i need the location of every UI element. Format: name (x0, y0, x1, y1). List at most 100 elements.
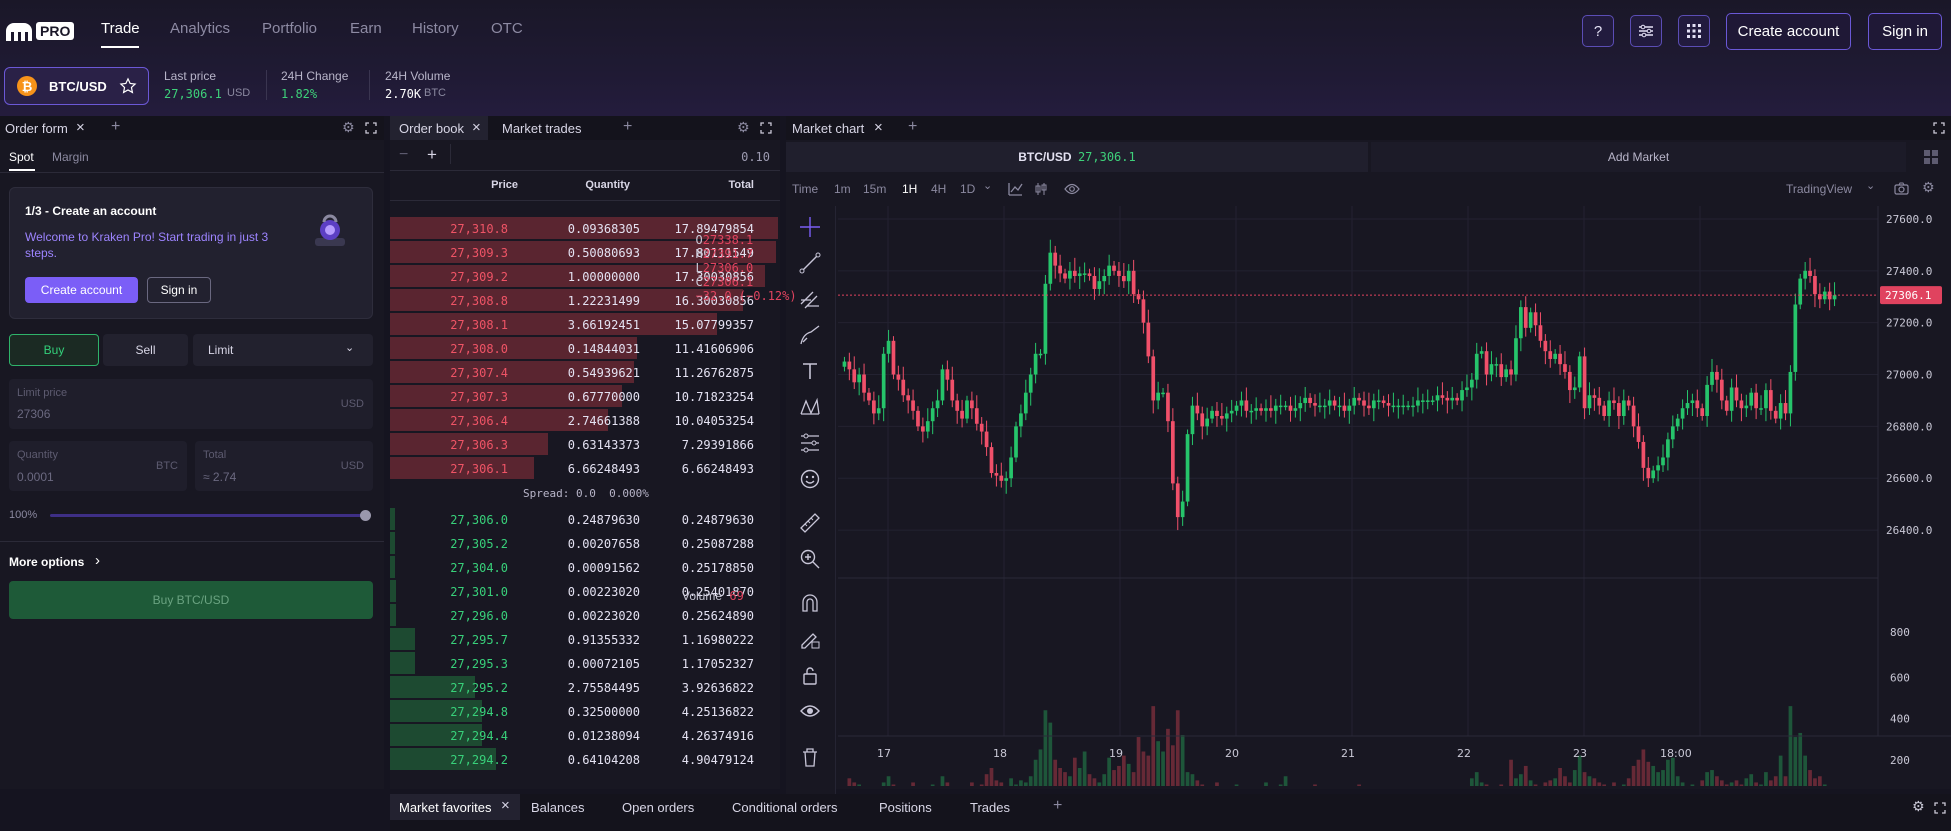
candlestick-chart[interactable]: 27600.0 27400.0 27200.0 27000.0 26800.0 26600… (838, 206, 1951, 786)
tab-conditional-orders[interactable]: Conditional orders (732, 800, 838, 815)
gear-icon[interactable]: ⚙ (1912, 798, 1925, 815)
eye-icon[interactable] (1064, 183, 1080, 195)
close-icon[interactable]: × (472, 119, 481, 136)
tab-balances[interactable]: Balances (531, 800, 584, 815)
chevron-down-icon[interactable]: ⌄ (1866, 179, 1875, 192)
market-switcher-active[interactable]: BTC/USD 27,306.1 (786, 142, 1368, 172)
eye-icon[interactable] (799, 700, 821, 722)
expand-icon[interactable] (760, 122, 772, 134)
close-icon[interactable]: × (874, 119, 883, 136)
ask-row[interactable]: 27,308.0 0.14844031 11.41606906 (390, 336, 780, 360)
bid-row[interactable]: 27,306.0 0.24879630 0.24879630 (390, 507, 780, 531)
chevron-down-icon[interactable]: ⌄ (983, 179, 992, 192)
add-tab-icon[interactable]: + (908, 118, 917, 136)
total-field[interactable]: Total ≈ 2.74 USD (195, 441, 373, 491)
nav-otc[interactable]: OTC (491, 20, 523, 37)
close-icon[interactable]: × (76, 119, 85, 136)
ask-row[interactable]: 27,308.1 3.66192451 15.07799357 (390, 312, 780, 336)
pair-selector[interactable]: ₿ BTC/USD (4, 67, 149, 105)
magnet-icon[interactable] (799, 592, 821, 614)
lock-icon[interactable] (799, 664, 821, 686)
ask-row[interactable]: 27,306.3 0.63143373 7.29391866 (390, 432, 780, 456)
fib-tool-icon[interactable] (799, 288, 821, 310)
gear-icon[interactable]: ⚙ (342, 119, 355, 136)
tab-order-form[interactable]: Order form (5, 121, 68, 136)
limit-price-field[interactable]: Limit price 27306 USD (9, 379, 373, 429)
timeframe-1h[interactable]: 1H (902, 182, 917, 196)
tab-order-book[interactable]: Order book (399, 121, 464, 136)
ask-row[interactable]: 27,306.4 2.74661388 10.04053254 (390, 408, 780, 432)
tab-trades[interactable]: Trades (970, 800, 1010, 815)
subtab-margin[interactable]: Margin (52, 150, 89, 164)
tab-open-orders[interactable]: Open orders (622, 800, 694, 815)
ask-row[interactable]: 27,307.3 0.67770000 10.71823254 (390, 384, 780, 408)
tab-positions[interactable]: Positions (879, 800, 932, 815)
minus-icon[interactable]: − (399, 146, 408, 164)
candles-icon[interactable] (1034, 182, 1048, 196)
tab-market-trades[interactable]: Market trades (502, 121, 581, 136)
emoji-icon[interactable] (799, 468, 821, 490)
close-icon[interactable]: × (501, 797, 510, 814)
draw-lock-icon[interactable] (799, 628, 821, 650)
add-tab-icon[interactable]: + (1053, 797, 1062, 815)
nav-trade[interactable]: Trade (101, 20, 140, 37)
order-type-select[interactable]: Limit ⌄ (193, 334, 373, 366)
nav-earn[interactable]: Earn (350, 20, 382, 37)
star-icon[interactable] (119, 77, 137, 95)
plus-icon[interactable]: + (427, 145, 437, 165)
pattern-icon[interactable] (799, 396, 821, 418)
nav-portfolio[interactable]: Portfolio (262, 20, 317, 37)
expand-icon[interactable] (1934, 802, 1946, 814)
help-button[interactable]: ? (1582, 15, 1614, 47)
bid-row[interactable]: 27,304.0 0.00091562 0.25178850 (390, 555, 780, 579)
prediction-icon[interactable] (799, 432, 821, 454)
settings-sliders-button[interactable] (1630, 15, 1662, 47)
chevron-right-icon[interactable]: › (95, 552, 100, 569)
kraken-logo[interactable]: PRO (4, 20, 78, 42)
indicator-icon[interactable] (1008, 182, 1023, 196)
add-market-button[interactable]: Add Market (1371, 142, 1906, 172)
trend-line-icon[interactable] (799, 252, 821, 274)
more-options-link[interactable]: More options (9, 555, 84, 569)
bid-row[interactable]: 27,294.2 0.64104208 4.90479124 (390, 747, 780, 771)
trash-icon[interactable] (799, 746, 821, 768)
onboarding-sign-in-button[interactable]: Sign in (147, 277, 211, 303)
buy-toggle[interactable]: Buy (9, 334, 99, 366)
tab-market-chart[interactable]: Market chart (792, 121, 864, 136)
add-tab-icon[interactable]: + (111, 118, 120, 136)
tradingview-menu[interactable]: TradingView (1786, 182, 1852, 196)
chart-settings-gear-icon[interactable]: ⚙ (1922, 179, 1935, 196)
bid-row[interactable]: 27,294.4 0.01238094 4.26374916 (390, 723, 780, 747)
crosshair-icon[interactable] (799, 216, 821, 238)
timeframe-1d[interactable]: 1D (960, 182, 975, 196)
zoom-in-icon[interactable] (799, 548, 821, 570)
submit-buy-button[interactable]: Buy BTC/USD (9, 581, 373, 619)
tab-market-favorites[interactable]: Market favorites (399, 800, 491, 815)
amount-slider-track[interactable] (50, 514, 366, 517)
create-account-button[interactable]: Create account (1726, 13, 1851, 50)
timeframe-1m[interactable]: 1m (834, 182, 851, 196)
sign-in-button[interactable]: Sign in (1868, 13, 1942, 50)
layout-grid-icon[interactable] (1924, 150, 1938, 164)
timeframe-15m[interactable]: 15m (863, 182, 886, 196)
bid-row[interactable]: 27,294.8 0.32500000 4.25136822 (390, 699, 780, 723)
gear-icon[interactable]: ⚙ (737, 119, 750, 136)
bid-row[interactable]: 27,305.2 0.00207658 0.25087288 (390, 531, 780, 555)
bid-row[interactable]: 27,295.2 2.75584495 3.92636822 (390, 675, 780, 699)
timeframe-time[interactable]: Time (792, 182, 818, 196)
sell-toggle[interactable]: Sell (103, 334, 188, 366)
brush-icon[interactable] (799, 324, 821, 346)
expand-icon[interactable] (1933, 122, 1945, 134)
nav-history[interactable]: History (412, 20, 459, 37)
bid-row[interactable]: 27,295.7 0.91355332 1.16980222 (390, 627, 780, 651)
amount-slider-handle[interactable] (360, 510, 371, 521)
subtab-spot[interactable]: Spot (9, 150, 34, 164)
bid-row[interactable]: 27,295.3 0.00072105 1.17052327 (390, 651, 780, 675)
text-icon[interactable] (799, 360, 821, 382)
add-tab-icon[interactable]: + (623, 118, 632, 136)
timeframe-4h[interactable]: 4H (931, 182, 946, 196)
expand-icon[interactable] (365, 122, 377, 134)
apps-grid-button[interactable] (1678, 15, 1710, 47)
nav-analytics[interactable]: Analytics (170, 20, 230, 37)
ruler-icon[interactable] (799, 512, 821, 534)
